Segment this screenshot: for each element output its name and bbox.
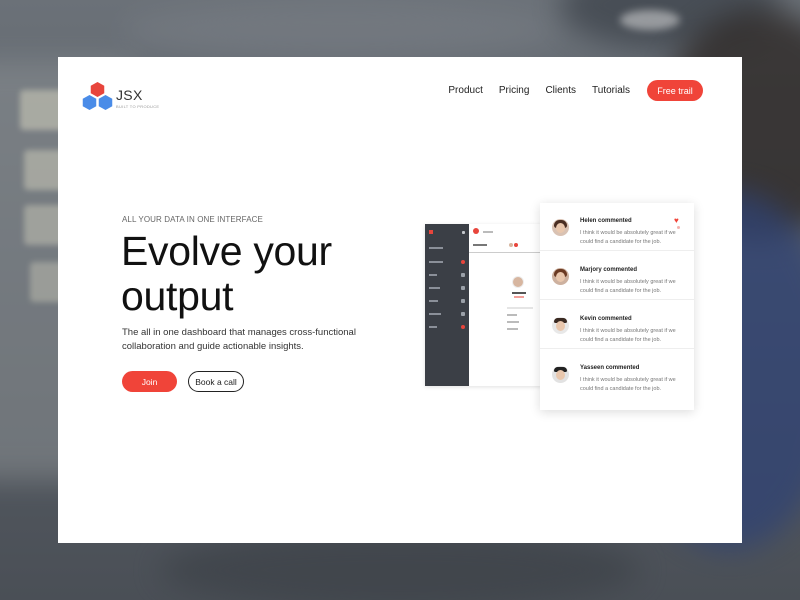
logo-hexagon-red [90, 82, 105, 97]
comment-item[interactable]: Yasseen commented I think it would be ab… [540, 350, 694, 398]
preview-row [429, 246, 465, 250]
preview-line [512, 292, 526, 294]
join-button[interactable]: Join [122, 371, 177, 392]
nav-item-tutorials[interactable]: Tutorials [592, 85, 630, 97]
nav-item-clients[interactable]: Clients [545, 85, 576, 97]
like-indicator-dot [677, 226, 680, 229]
comment-text: I think it would be absolutely great if … [580, 230, 676, 245]
comment-author: Marjory commented [580, 267, 638, 273]
preview-avatar [509, 243, 513, 247]
preview-row [429, 325, 465, 329]
nav-item-product[interactable]: Product [448, 85, 482, 97]
comment-text: I think it would be absolutely great if … [580, 377, 676, 392]
comment-item[interactable]: Kevin commented I think it would be abso… [540, 301, 694, 349]
brand-logo[interactable]: JSX BUILT TO PRODUCE [82, 81, 182, 113]
avatar [552, 268, 569, 285]
avatar [552, 219, 569, 236]
comment-author: Yasseen commented [580, 365, 640, 371]
dashboard-preview-main [469, 224, 543, 386]
free-trial-button[interactable]: Free trail [647, 80, 703, 101]
preview-line [507, 307, 533, 309]
hero-eyebrow: ALL YOUR DATA IN ONE INTERFACE [122, 215, 263, 224]
hero-description: The all in one dashboard that manages cr… [122, 327, 356, 352]
comments-panel: Helen commented I think it would be abso… [540, 203, 694, 410]
avatar [552, 366, 569, 383]
heart-icon[interactable]: ♥ [674, 217, 682, 225]
logo-hexagon-blue [82, 95, 97, 110]
preview-row [429, 273, 465, 277]
preview-profile-avatar [512, 276, 524, 288]
headline-line-1: Evolve your [121, 228, 332, 274]
preview-line [507, 328, 518, 330]
preview-line [507, 321, 519, 323]
preview-line [483, 231, 493, 233]
preview-row [429, 312, 465, 316]
preview-row [429, 260, 465, 264]
book-call-button[interactable]: Book a call [188, 371, 244, 392]
comment-author: Helen commented [580, 218, 632, 224]
comment-author: Kevin commented [580, 316, 632, 322]
main-nav: Product Pricing Clients Tutorials [432, 85, 630, 97]
preview-row [429, 231, 465, 235]
avatar [552, 317, 569, 334]
preview-divider [469, 252, 543, 253]
headline-line-2: output [121, 273, 234, 319]
comment-text: I think it would be absolutely great if … [580, 279, 676, 294]
preview-row [429, 286, 465, 290]
landing-page-card: JSX BUILT TO PRODUCE Product Pricing Cli… [58, 57, 742, 543]
preview-line [514, 296, 524, 298]
hero-headline: Evolve your output [121, 229, 381, 319]
comment-text: I think it would be absolutely great if … [580, 328, 676, 343]
comment-item[interactable]: Marjory commented I think it would be ab… [540, 252, 694, 300]
nav-item-pricing[interactable]: Pricing [499, 85, 530, 97]
preview-avatar-dot [473, 228, 479, 234]
preview-avatar [514, 243, 518, 247]
dashboard-preview [425, 224, 543, 386]
dashboard-preview-sidebar [425, 224, 469, 386]
brand-tagline: BUILT TO PRODUCE [116, 104, 160, 109]
comment-item[interactable]: Helen commented I think it would be abso… [540, 203, 694, 251]
preview-row [429, 299, 465, 303]
preview-line [507, 314, 517, 316]
preview-line [473, 244, 487, 246]
brand-name: JSX [116, 87, 143, 103]
logo-hexagon-blue [98, 95, 113, 110]
